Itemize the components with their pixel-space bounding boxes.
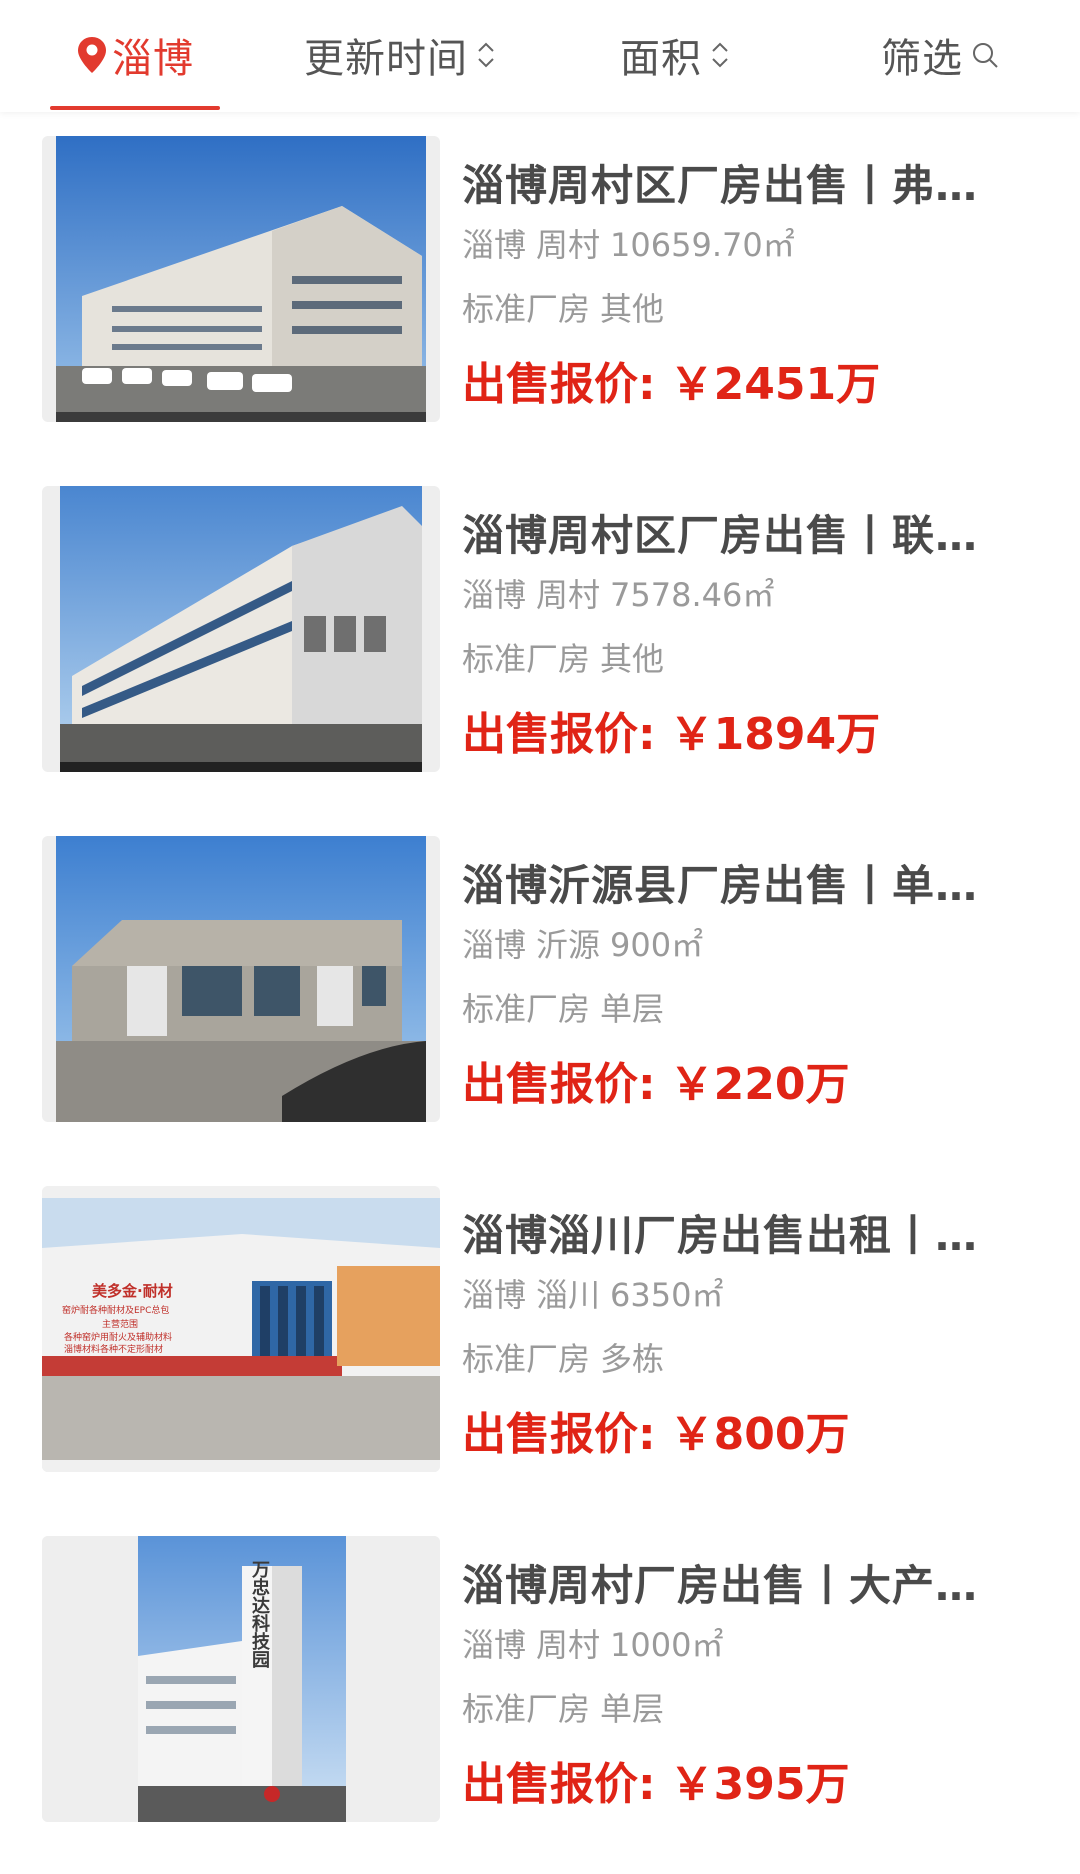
sort-arrows-icon — [476, 39, 496, 71]
listing-photo — [42, 836, 440, 1122]
listing-city: 淄博 — [462, 576, 527, 614]
listing-price: 出售报价: ￥1894万 — [462, 698, 880, 762]
listing-city: 淄博 — [462, 226, 527, 264]
listing-district: 淄川 — [536, 1276, 601, 1314]
wall-text-line: 淄博材料各种不定形耐材 — [64, 1343, 163, 1355]
listing-tags: 标准厂房 单层 — [462, 1684, 664, 1730]
search-icon — [971, 41, 999, 69]
sort-area-label: 面积 — [620, 36, 702, 82]
listing-tags: 标准厂房 多栋 — [462, 1334, 664, 1380]
listing-photo — [42, 486, 440, 772]
listing-city: 淄博 — [462, 926, 527, 964]
price-label: 出售报价: — [462, 1059, 656, 1110]
listing-type: 标准厂房 — [462, 990, 591, 1028]
price-amount: ￥1894万 — [669, 709, 881, 760]
listing-location-area: 淄博 淄川 6350㎡ — [462, 1270, 723, 1316]
listing-area: 900㎡ — [610, 926, 704, 964]
listing-location-area: 淄博 沂源 900㎡ — [462, 920, 703, 966]
wall-text-line: 美多金·耐材 — [92, 1282, 173, 1300]
listing-tags: 标准厂房 其他 — [462, 284, 664, 330]
listing-price: 出售报价: ￥220万 — [462, 1048, 849, 1112]
listing-price: 出售报价: ￥395万 — [462, 1748, 849, 1812]
listing-title[interactable]: 淄博周村区厂房出售丨联… — [462, 502, 1002, 563]
listing-structure: 单层 — [600, 1690, 665, 1728]
listing-price: 出售报价: ￥800万 — [462, 1398, 849, 1462]
listing-district: 周村 — [536, 576, 601, 614]
listing-area: 6350㎡ — [610, 1276, 724, 1314]
price-amount: ￥2451万 — [669, 359, 881, 410]
listing-structure: 多栋 — [600, 1340, 665, 1378]
listing-tags: 标准厂房 其他 — [462, 634, 664, 680]
listing-district: 沂源 — [536, 926, 601, 964]
price-label: 出售报价: — [462, 1759, 656, 1810]
listing-card[interactable]: 淄博周村厂房出售丨大产… 淄博 周村 1000㎡ 标准厂房 单层 出售报价: ￥395万 — [0, 1512, 1080, 1862]
listing-city: 淄博 — [462, 1626, 527, 1664]
wall-text-line: 主营范围 — [102, 1318, 138, 1330]
city-label: 淄博 — [112, 36, 194, 82]
listing-card[interactable]: 淄博沂源县厂房出售丨单… 淄博 沂源 900㎡ 标准厂房 单层 出售报价: ￥220万 — [0, 812, 1080, 1162]
sort-arrows-icon — [710, 39, 730, 71]
listing-structure: 单层 — [600, 990, 665, 1028]
listing-district: 周村 — [536, 1626, 601, 1664]
listing-card[interactable]: 淄博周村区厂房出售丨弗… 淄博 周村 10659.70㎡ 标准厂房 其他 出售报价: ￥… — [0, 112, 1080, 462]
park-sign-text: 万忠达科技园 — [249, 1560, 270, 1668]
listing-photo: 美多金·耐材 窑炉耐各种耐材及EPC总包 主营范围 各种窑炉用耐火及辅助材料 淄… — [42, 1186, 440, 1472]
price-label: 出售报价: — [462, 709, 656, 760]
sort-area-tab[interactable]: 面积 — [600, 0, 750, 110]
listing-card[interactable]: 美多金·耐材 窑炉耐各种耐材及EPC总包 主营范围 各种窑炉用耐火及辅助材料 淄… — [0, 1162, 1080, 1512]
listing-structure: 其他 — [600, 640, 665, 678]
listing-city: 淄博 — [462, 1276, 527, 1314]
listing-title[interactable]: 淄博周村厂房出售丨大产… — [462, 1552, 1002, 1613]
wall-text-line: 窑炉耐各种耐材及EPC总包 — [62, 1304, 169, 1316]
listing-tags: 标准厂房 单层 — [462, 984, 664, 1030]
filter-label: 筛选 — [881, 36, 963, 82]
listing-price: 出售报价: ￥2451万 — [462, 348, 880, 412]
listing-location-area: 淄博 周村 7578.46㎡ — [462, 570, 774, 616]
listing-title[interactable]: 淄博沂源县厂房出售丨单… — [462, 852, 1002, 913]
listing-title[interactable]: 淄博周村区厂房出售丨弗… — [462, 152, 1002, 213]
listing-structure: 其他 — [600, 290, 665, 328]
listing-area: 7578.46㎡ — [610, 576, 775, 614]
city-tab[interactable]: 淄博 — [50, 0, 220, 110]
listing-title[interactable]: 淄博淄川厂房出售出租丨… — [462, 1202, 1002, 1263]
listing-location-area: 淄博 周村 10659.70㎡ — [462, 220, 795, 266]
listing-type: 标准厂房 — [462, 640, 591, 678]
listing-type: 标准厂房 — [462, 290, 591, 328]
filter-bar: 淄博 更新时间 面积 筛选 — [0, 0, 1080, 112]
price-amount: ￥395万 — [669, 1759, 850, 1810]
listing-type: 标准厂房 — [462, 1340, 591, 1378]
location-pin-icon — [76, 36, 108, 74]
listing-card[interactable]: 淄博周村区厂房出售丨联… 淄博 周村 7578.46㎡ 标准厂房 其他 出售报价: ￥1… — [0, 462, 1080, 812]
listing-area: 10659.70㎡ — [610, 226, 795, 264]
price-label: 出售报价: — [462, 359, 656, 410]
price-label: 出售报价: — [462, 1409, 656, 1460]
listing-location-area: 淄博 周村 1000㎡ — [462, 1620, 723, 1666]
price-amount: ￥800万 — [669, 1409, 850, 1460]
listing-photo — [42, 136, 440, 422]
filter-tab[interactable]: 筛选 — [870, 0, 1010, 110]
price-amount: ￥220万 — [669, 1059, 850, 1110]
wall-text-line: 各种窑炉用耐火及辅助材料 — [64, 1331, 172, 1343]
listing-type: 标准厂房 — [462, 1690, 591, 1728]
sort-time-tab[interactable]: 更新时间 — [290, 0, 510, 110]
listing-area: 1000㎡ — [610, 1626, 724, 1664]
sort-time-label: 更新时间 — [304, 36, 468, 82]
listing-district: 周村 — [536, 226, 601, 264]
active-tab-indicator — [50, 106, 220, 110]
